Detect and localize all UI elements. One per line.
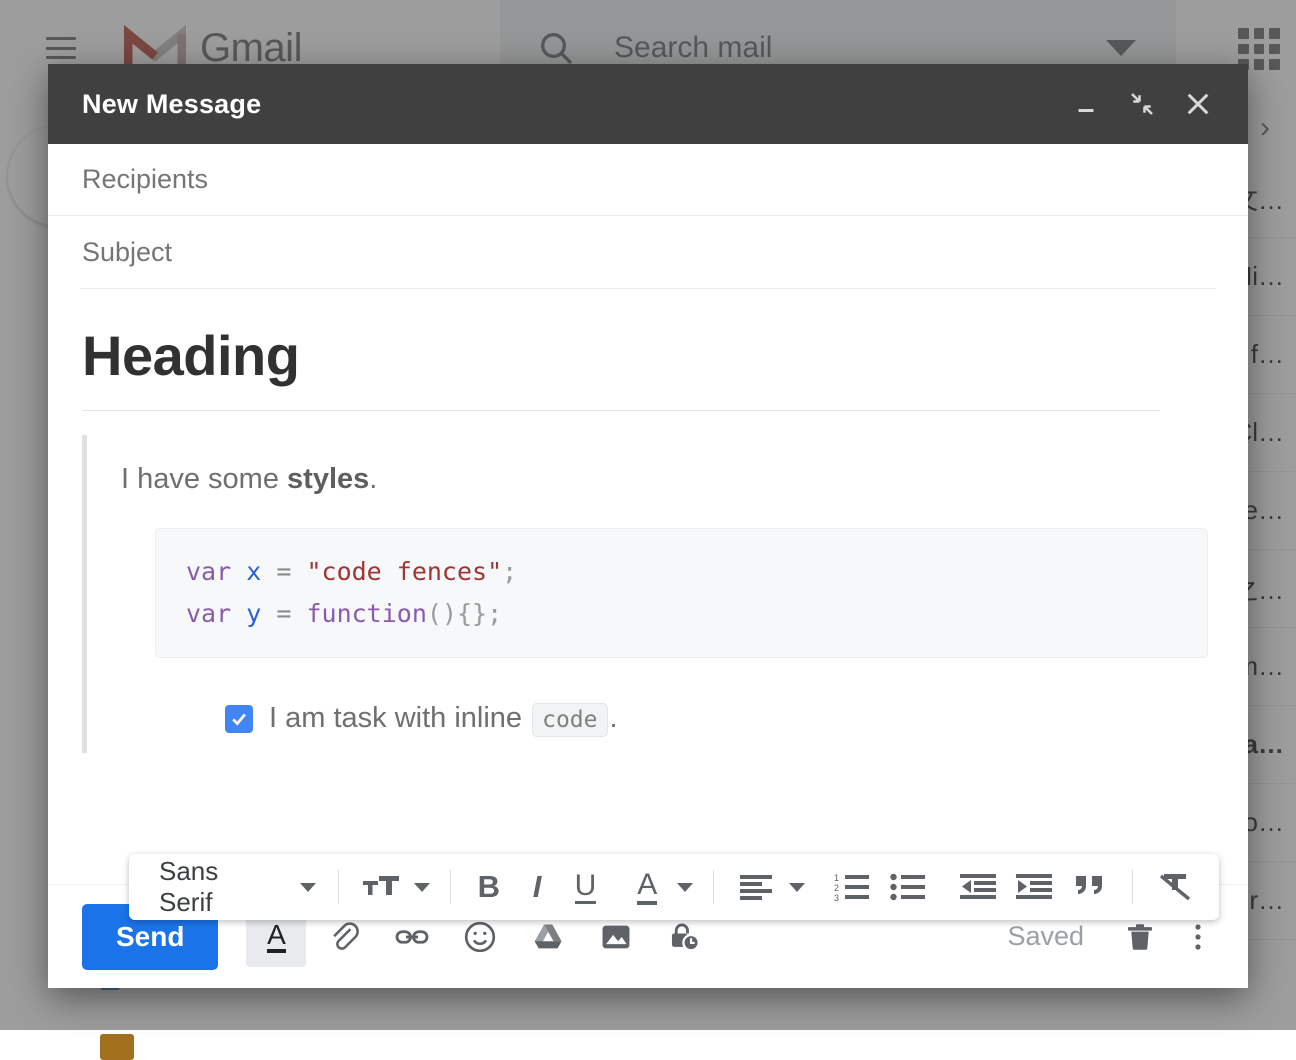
- minimize-button[interactable]: [1060, 78, 1112, 130]
- font-size-button[interactable]: [353, 862, 409, 912]
- text-color-button[interactable]: A: [623, 862, 671, 912]
- remove-formatting-icon: [1159, 874, 1191, 901]
- google-drive-icon: [535, 924, 563, 948]
- blockquote-paragraph: I have some styles.: [121, 463, 1208, 496]
- formatting-toolbar: Sans Serif B I U A 1 2 3: [129, 854, 1219, 920]
- text-color-caret[interactable]: [671, 862, 698, 912]
- code-operator: =: [276, 557, 292, 586]
- quote-icon: [1075, 876, 1102, 894]
- subject-placeholder: Subject: [82, 236, 173, 267]
- font-size-caret[interactable]: [409, 862, 436, 912]
- exit-full-screen-button[interactable]: [1116, 78, 1168, 130]
- italic-icon: I: [532, 869, 542, 904]
- body-heading: Heading: [82, 324, 300, 387]
- code-keyword: var: [186, 599, 232, 628]
- code-punctuation: (){}: [426, 599, 488, 628]
- code-string: "code fences": [306, 557, 503, 586]
- svg-text:1: 1: [834, 873, 839, 883]
- compose-window: New Message Recipients Subject Heading I…: [48, 64, 1248, 988]
- toolbar-divider: [712, 870, 714, 904]
- blockquote-text-end: .: [369, 463, 378, 495]
- blockquote-text-bold: styles: [287, 463, 370, 495]
- heading-rule: [82, 410, 1160, 411]
- code-function-keyword: function: [306, 599, 427, 628]
- chevron-down-icon: [414, 882, 431, 892]
- code-block: var x = "code fences"; var y = function(…: [155, 528, 1208, 658]
- message-body[interactable]: Heading I have some styles. var x = "cod…: [48, 289, 1248, 763]
- numbered-list-button[interactable]: 1 2 3: [824, 862, 880, 912]
- bold-button[interactable]: B: [465, 862, 513, 912]
- compose-title-bar: New Message: [48, 64, 1248, 144]
- task-checkbox[interactable]: [225, 704, 253, 733]
- task-list-item[interactable]: I am task with inline code.: [225, 702, 1208, 737]
- bulleted-list-button[interactable]: [880, 862, 936, 912]
- toolbar-divider: [449, 870, 451, 904]
- checkmark-icon: [232, 713, 246, 726]
- font-family-dropdown[interactable]: Sans Serif: [145, 856, 324, 918]
- window-buttons: [1060, 78, 1224, 130]
- code-variable: y: [246, 599, 262, 628]
- underline-icon: U: [574, 870, 597, 905]
- increase-indent-icon: [1015, 874, 1052, 899]
- save-status: Saved: [1007, 921, 1084, 951]
- code-variable: x: [246, 557, 262, 586]
- code-line-2: var y = function(){};: [186, 593, 1177, 635]
- align-left-icon: [739, 875, 772, 900]
- close-button[interactable]: [1172, 78, 1224, 130]
- chevron-down-icon: [299, 882, 316, 892]
- paperclip-icon: [333, 921, 360, 950]
- task-text: I am task with inline code.: [269, 702, 618, 737]
- photo-icon: [603, 925, 630, 948]
- toolbar-divider: [1131, 870, 1133, 904]
- toolbar-divider: [337, 870, 339, 904]
- code-keyword: var: [186, 557, 232, 586]
- svg-text:3: 3: [834, 893, 839, 902]
- recipients-placeholder: Recipients: [82, 164, 209, 194]
- chevron-down-icon: [789, 882, 806, 892]
- numbered-list-icon: 1 2 3: [834, 873, 870, 902]
- chevron-down-icon: [676, 882, 693, 892]
- inline-code-chip: code: [532, 703, 608, 737]
- task-text-before: I am task with inline: [269, 702, 531, 734]
- increase-indent-button[interactable]: [1006, 862, 1062, 912]
- remove-formatting-button[interactable]: [1147, 862, 1203, 912]
- code-punctuation: ;: [502, 557, 518, 586]
- bulleted-list-icon: [890, 873, 926, 901]
- formatting-options-icon: A: [267, 919, 286, 954]
- blockquote-text-plain: I have some: [121, 463, 288, 495]
- font-size-icon: [362, 876, 399, 895]
- message-body-scroll-area[interactable]: Heading I have some styles. var x = "cod…: [48, 289, 1248, 884]
- link-icon: [396, 929, 429, 944]
- decrease-indent-button[interactable]: [950, 862, 1006, 912]
- code-line-1: var x = "code fences";: [186, 551, 1177, 593]
- emoji-icon: [465, 921, 496, 952]
- quote-button[interactable]: [1062, 862, 1118, 912]
- recipients-field[interactable]: Recipients: [48, 144, 1248, 216]
- compose-title: New Message: [82, 88, 262, 119]
- italic-button[interactable]: I: [513, 862, 561, 912]
- trash-icon: [1128, 923, 1152, 950]
- bold-icon: B: [477, 869, 500, 904]
- sidebar-label-orange[interactable]: [100, 1034, 134, 1060]
- align-button[interactable]: [727, 862, 783, 912]
- decrease-indent-icon: [959, 874, 996, 899]
- code-semicolon: ;: [487, 599, 503, 628]
- align-caret[interactable]: [784, 862, 811, 912]
- subject-field[interactable]: Subject: [48, 216, 1248, 288]
- svg-text:2: 2: [834, 883, 839, 893]
- lock-clock-icon: [672, 923, 701, 951]
- code-operator: =: [276, 599, 292, 628]
- underline-button[interactable]: U: [561, 862, 609, 912]
- text-color-icon: A: [637, 869, 658, 905]
- font-family-value: Sans Serif: [159, 856, 219, 917]
- more-vertical-icon: [1195, 923, 1201, 950]
- blockquote: I have some styles. var x = "code fences…: [82, 435, 1208, 753]
- task-text-after: .: [609, 702, 618, 734]
